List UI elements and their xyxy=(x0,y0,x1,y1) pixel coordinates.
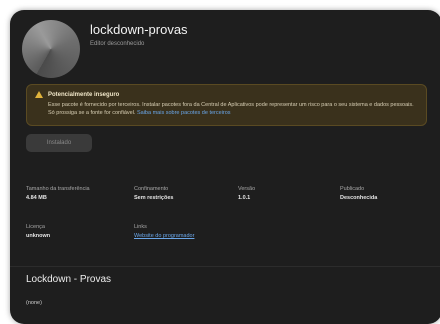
developer-website-link[interactable]: Website do programador xyxy=(134,233,194,239)
third-party-info-link[interactable]: Saiba mais sobre pacotes de terceiros xyxy=(137,110,231,116)
app-header: lockdown-provas Editor desconhecido xyxy=(22,20,188,80)
confinement-cell: Confinamento Sem restrições xyxy=(134,186,173,201)
download-size-value: 4.84 MB xyxy=(26,195,47,201)
publisher-label: Editor desconhecido xyxy=(90,41,145,47)
version-cell: Versão 1.0.1 xyxy=(238,186,255,201)
published-label: Publicado xyxy=(340,186,365,192)
version-label: Versão xyxy=(238,186,256,192)
version-value: 1.0.1 xyxy=(238,195,251,201)
warning-icon xyxy=(35,91,43,98)
published-cell: Publicado Desconhecida xyxy=(340,186,377,201)
license-label: Licença xyxy=(26,224,45,230)
download-size-label: Tamanho da transferência xyxy=(26,186,90,192)
details-description: (none) xyxy=(26,300,42,306)
app-title: lockdown-provas xyxy=(90,22,188,37)
unsafe-warning-banner: Potencialmente inseguro Esse pacote é fo… xyxy=(26,84,427,126)
links-label: Links xyxy=(134,224,147,230)
section-divider xyxy=(10,266,440,267)
links-cell: Links Website do programador xyxy=(134,224,194,239)
published-value: Desconhecida xyxy=(340,195,378,201)
warning-title-row: Potencialmente inseguro xyxy=(35,91,418,98)
license-cell: Licença unknown xyxy=(26,224,50,239)
app-icon xyxy=(22,20,80,78)
details-title: Lockdown - Provas xyxy=(26,274,112,285)
app-details-window: lockdown-provas Editor desconhecido Pote… xyxy=(10,10,440,324)
title-block: lockdown-provas Editor desconhecido xyxy=(90,22,188,47)
license-value: unknown xyxy=(26,233,51,239)
confinement-value: Sem restrições xyxy=(134,195,174,201)
download-size-cell: Tamanho da transferência 4.84 MB xyxy=(26,186,90,201)
warning-text-block: Esse pacote é fornecido por terceiros. I… xyxy=(35,101,418,117)
install-button[interactable]: Instalado xyxy=(26,134,92,152)
confinement-label: Confinamento xyxy=(134,186,169,192)
warning-title: Potencialmente inseguro xyxy=(48,91,120,98)
